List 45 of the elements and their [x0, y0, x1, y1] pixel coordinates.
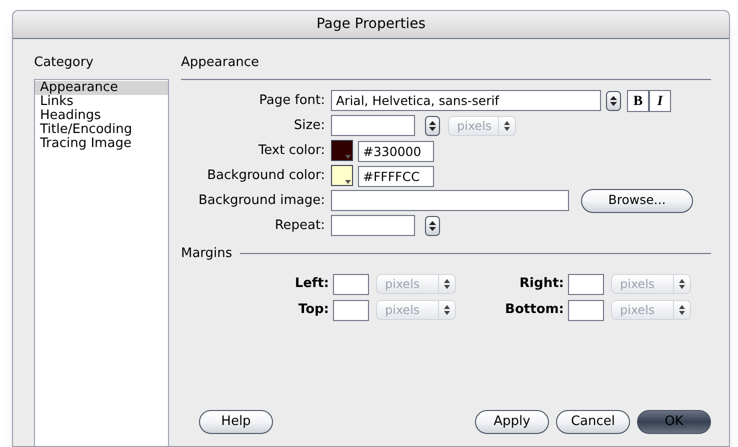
category-item[interactable]: Appearance: [35, 81, 168, 95]
margin-field[interactable]: [568, 300, 604, 320]
help-button[interactable]: Help: [199, 410, 273, 434]
bold-button[interactable]: B: [627, 90, 649, 112]
category-heading: Category: [34, 54, 94, 72]
color-swatch[interactable]: [331, 140, 353, 161]
margin-field[interactable]: [333, 274, 369, 294]
size-field[interactable]: [331, 115, 415, 136]
dialog-button[interactable]: Apply: [475, 410, 549, 434]
margin-label: Top:: [297, 301, 330, 320]
stepper-arrows-icon: [679, 279, 685, 289]
section-heading: Appearance: [181, 54, 260, 72]
image-field[interactable]: [331, 190, 569, 211]
color-field[interactable]: #FFFFCC: [358, 166, 434, 186]
dialog-button[interactable]: Cancel: [556, 410, 630, 434]
category-item[interactable]: Tracing Image: [35, 137, 168, 151]
window-title: Page Properties: [316, 15, 426, 34]
field-label: Repeat:: [274, 216, 326, 235]
color-field[interactable]: #330000: [358, 140, 434, 162]
margin-label: Right:: [518, 275, 565, 294]
margins-heading: Margins: [181, 245, 232, 263]
margin-field[interactable]: [333, 300, 369, 320]
browse-button[interactable]: Browse...: [581, 188, 693, 212]
field-label: Page font:: [258, 92, 326, 110]
stepper-icon[interactable]: [425, 116, 440, 136]
stepper-icon[interactable]: [606, 90, 621, 110]
font-field[interactable]: Arial, Helvetica, sans-serif: [331, 90, 601, 111]
stepper-arrows-icon: [444, 279, 450, 289]
field-label: Background color:: [206, 166, 326, 185]
category-item[interactable]: Headings: [35, 109, 168, 123]
stepper-icon[interactable]: [425, 216, 440, 236]
margin-label: Bottom:: [504, 301, 565, 320]
stepper-arrows-icon: [444, 305, 450, 315]
margin-field[interactable]: [568, 274, 604, 294]
stepper-arrows-icon: [504, 120, 510, 130]
margin-label: Left:: [294, 275, 330, 294]
repeat-field[interactable]: [331, 215, 415, 236]
stepper-arrows-icon: [679, 305, 685, 315]
field-label: Size:: [292, 116, 326, 135]
color-swatch[interactable]: [331, 165, 353, 186]
field-label: Text color:: [257, 142, 326, 160]
category-item[interactable]: Links: [35, 95, 168, 109]
italic-button[interactable]: I: [649, 90, 671, 112]
category-item[interactable]: Title/Encoding: [35, 123, 168, 137]
field-label: Background image:: [197, 192, 326, 210]
